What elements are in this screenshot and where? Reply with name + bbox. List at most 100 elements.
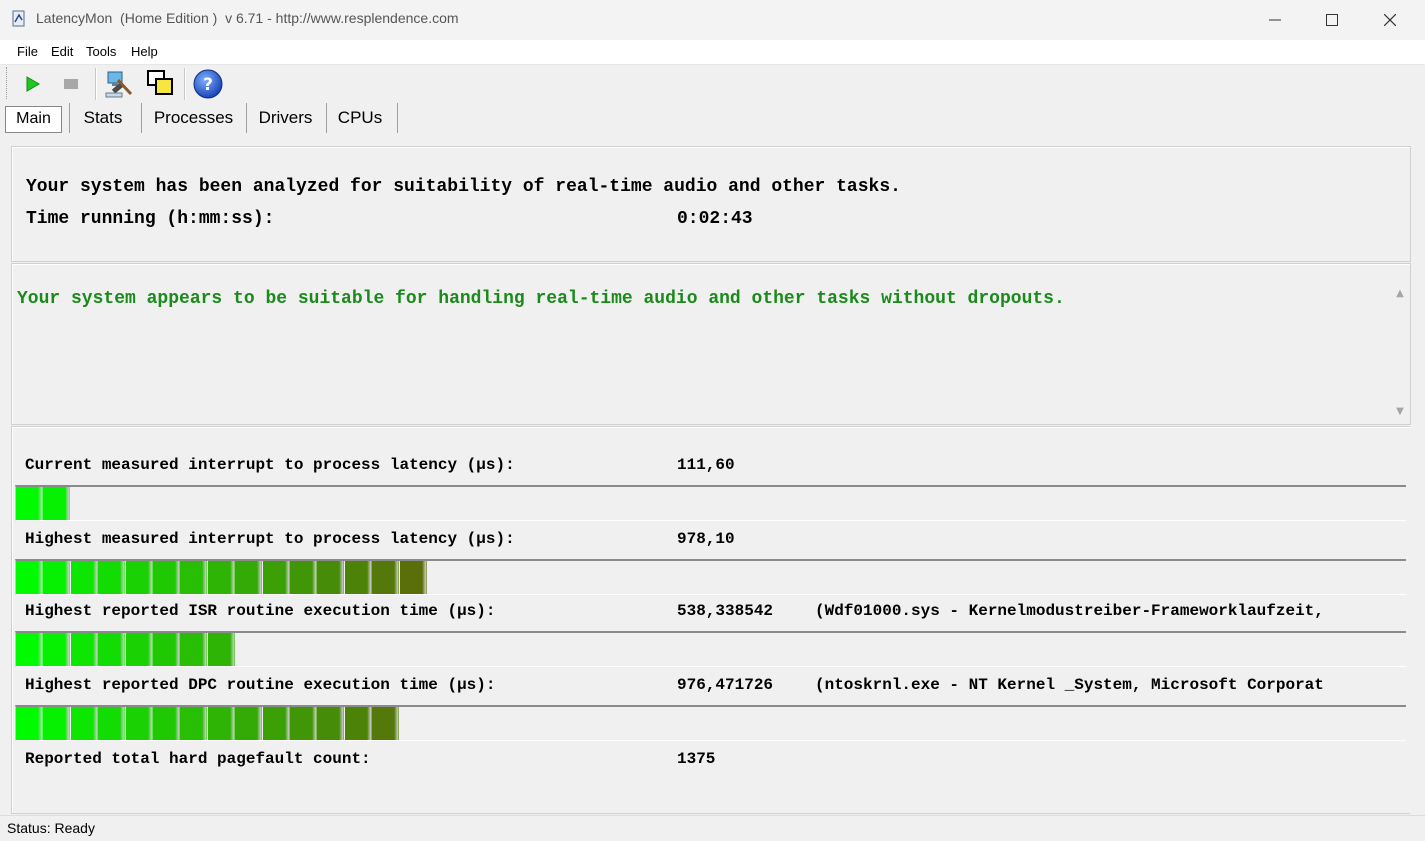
bar-segment [43, 487, 71, 520]
bar-segment [43, 633, 71, 666]
summary-panel: Your system has been analyzed for suitab… [11, 146, 1411, 262]
menu-tools[interactable]: Tools [86, 44, 116, 59]
app-icon [12, 10, 25, 27]
metric-value: 111,60 [677, 456, 735, 474]
metric-label: Current measured interrupt to process la… [25, 456, 515, 474]
bar-segment [317, 561, 345, 594]
minimize-icon [1269, 19, 1281, 21]
bar-segment [372, 561, 400, 594]
close-button[interactable] [1361, 0, 1419, 40]
bar-segment [317, 707, 345, 740]
bar-segment [207, 633, 235, 666]
metric-label: Highest reported ISR routine execution t… [25, 602, 496, 620]
bar-segment [344, 707, 372, 740]
toolbar-separator [184, 68, 186, 100]
scroll-down-arrow[interactable]: ▼ [1393, 406, 1407, 420]
status-text: Status: Ready [7, 820, 95, 836]
bar-segment [70, 707, 98, 740]
bar-segment [153, 707, 180, 740]
bar-segment [16, 561, 43, 594]
bar-segment [180, 707, 208, 740]
bar-segment [180, 633, 208, 666]
bar-segment [290, 561, 317, 594]
bar-segment [98, 561, 126, 594]
toolbar-grip [6, 67, 10, 99]
menu-file[interactable]: File [17, 44, 38, 59]
menu-bar: File Edit Tools Help [0, 40, 1425, 65]
hammer-monitor-icon [105, 71, 133, 98]
bar-segment [235, 707, 263, 740]
pagefault-value: 1375 [677, 750, 716, 768]
bar-segment [98, 633, 126, 666]
bar-segment [153, 633, 180, 666]
bar-segment [125, 561, 153, 594]
windows-button[interactable] [145, 68, 177, 100]
svg-text:?: ? [203, 75, 213, 95]
analyze-button[interactable] [104, 68, 136, 100]
pagefault-label: Reported total hard pagefault count: [25, 750, 371, 768]
bar-segment [180, 561, 208, 594]
tab-stats[interactable]: Stats [70, 103, 136, 133]
latency-bar [15, 559, 1406, 595]
bar-segment [125, 707, 153, 740]
scroll-up-arrow[interactable]: ▲ [1393, 288, 1407, 302]
tab-separator [246, 103, 247, 133]
maximize-icon [1326, 14, 1338, 26]
bar-segment [262, 561, 290, 594]
window-title: LatencyMon (Home Edition ) v 6.71 - http… [36, 10, 459, 26]
bar-segment [16, 633, 43, 666]
start-button[interactable] [18, 70, 46, 98]
tab-processes[interactable]: Processes [146, 103, 241, 133]
tab-drivers[interactable]: Drivers [250, 103, 321, 133]
bar-segment [262, 707, 290, 740]
verdict-text: Your system appears to be suitable for h… [17, 289, 1065, 309]
metric-detail: (ntoskrnl.exe - NT Kernel _System, Micro… [815, 676, 1324, 694]
play-icon [26, 76, 40, 92]
help-icon: ? [193, 69, 223, 99]
verdict-panel: Your system appears to be suitable for h… [11, 263, 1411, 425]
stop-button[interactable] [57, 70, 85, 98]
tab-separator [326, 103, 327, 133]
bar-segment [372, 707, 400, 740]
bar-segment [207, 561, 235, 594]
metric-label: Highest measured interrupt to process la… [25, 530, 515, 548]
tab-cpus[interactable]: CPUs [330, 103, 390, 133]
tab-separator [397, 103, 398, 133]
tab-main[interactable]: Main [5, 106, 62, 133]
bar-segment [43, 707, 71, 740]
bar-segment [125, 633, 153, 666]
help-button[interactable]: ? [192, 68, 224, 100]
menu-help[interactable]: Help [131, 44, 158, 59]
bar-segment [43, 561, 71, 594]
metric-detail: (Wdf01000.sys - Kernelmodustreiber-Frame… [815, 602, 1324, 620]
latency-bar [15, 705, 1406, 741]
bar-segment [70, 561, 98, 594]
bar-segment [344, 561, 372, 594]
bar-segment [153, 561, 180, 594]
bar-segment [290, 707, 317, 740]
menu-edit[interactable]: Edit [51, 44, 73, 59]
status-bar: Status: Ready [0, 815, 1425, 841]
bar-segment [207, 707, 235, 740]
minimize-button[interactable] [1246, 0, 1304, 40]
summary-text: Your system has been analyzed for suitab… [26, 177, 901, 197]
bar-segment [16, 487, 43, 520]
bar-segment [98, 707, 126, 740]
toolbar-separator [95, 68, 97, 100]
bar-segment [235, 561, 263, 594]
metric-value: 538,338542 [677, 602, 774, 620]
close-icon [1384, 14, 1396, 26]
time-running-value: 0:02:43 [677, 209, 753, 229]
metric-value: 978,10 [677, 530, 735, 548]
tab-strip: Main Stats Processes Drivers CPUs [0, 103, 1425, 135]
latency-bar [15, 485, 1406, 521]
time-running-label: Time running (h:mm:ss): [26, 209, 275, 229]
toolbar: ? [0, 65, 1425, 103]
maximize-button[interactable] [1303, 0, 1361, 40]
windows-icon [147, 70, 173, 95]
stop-icon [64, 79, 78, 89]
title-bar: LatencyMon (Home Edition ) v 6.71 - http… [0, 0, 1425, 41]
metric-label: Highest reported DPC routine execution t… [25, 676, 496, 694]
latency-bar [15, 631, 1406, 667]
tab-separator [141, 103, 142, 133]
